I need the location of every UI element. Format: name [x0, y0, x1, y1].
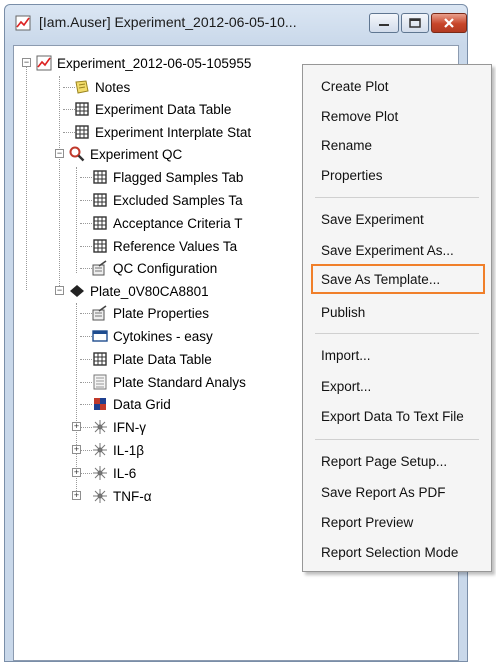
magnifier-icon — [69, 146, 85, 162]
tree-item-label: Data Grid — [113, 396, 171, 412]
tree-item-label: IL-1β — [113, 442, 145, 458]
tree-item-label: Experiment Data Table — [95, 101, 232, 117]
table-icon — [75, 102, 89, 116]
menu-item-export[interactable]: Export... — [321, 379, 371, 394]
menu-item-report-preview[interactable]: Report Preview — [321, 515, 413, 530]
tree-item-label: Reference Values Ta — [113, 238, 238, 254]
configuration-icon — [92, 260, 107, 276]
menu-item-report-page-setup[interactable]: Report Page Setup... — [321, 454, 447, 469]
menu-item-save-as-template[interactable]: Save As Template... — [321, 272, 440, 287]
table-icon — [93, 239, 107, 253]
tree-item-label: Notes — [95, 79, 131, 95]
menu-item-properties[interactable]: Properties — [321, 168, 383, 183]
tree-item-cytokines[interactable]: Cytokines - easy — [92, 325, 213, 347]
tree-item-label: Plate Data Table — [113, 351, 212, 367]
menu-item-import[interactable]: Import... — [321, 348, 371, 363]
tree-item-reference-values[interactable]: Reference Values Ta — [92, 235, 237, 257]
tree-item-label: Plate Standard Analys — [113, 374, 246, 390]
tree-item-acceptance-criteria[interactable]: Acceptance Criteria T — [92, 212, 243, 234]
tree-item-label: Plate_0V80CA8801 — [90, 283, 209, 299]
context-menu: Create Plot Remove Plot Rename Propertie… — [302, 64, 492, 572]
menu-item-rename[interactable]: Rename — [321, 138, 372, 153]
tree-item-il-1-beta[interactable]: IL-1β — [92, 439, 144, 461]
maximize-button[interactable] — [401, 13, 429, 33]
notes-icon — [75, 80, 89, 94]
plate-icon — [70, 285, 84, 297]
table-icon — [93, 170, 107, 184]
analysis-icon — [93, 374, 107, 390]
tree-item-label: Experiment QC — [90, 146, 183, 162]
menu-item-save-experiment[interactable]: Save Experiment — [321, 212, 424, 227]
table-icon — [93, 193, 107, 207]
close-button[interactable] — [431, 13, 467, 33]
tree-item-qc-configuration[interactable]: QC Configuration — [92, 257, 217, 279]
tree-item-tnf-alpha[interactable]: TNF-α — [92, 485, 152, 507]
experiment-icon — [15, 15, 31, 31]
menu-separator — [315, 333, 479, 334]
menu-item-save-experiment-as[interactable]: Save Experiment As... — [321, 243, 454, 258]
tree-collapse-toggle[interactable]: − — [22, 58, 31, 67]
tree-expand-toggle[interactable]: + — [72, 491, 81, 500]
minimize-icon — [379, 24, 389, 26]
menu-item-remove-plot[interactable]: Remove Plot — [321, 109, 398, 124]
analyte-icon — [93, 420, 107, 434]
menu-separator — [315, 197, 479, 198]
tree-item-label: Experiment_2012-06-05-105955 — [57, 55, 252, 71]
tree-item-plate-properties[interactable]: Plate Properties — [92, 302, 209, 324]
tree-item-experiment-qc[interactable]: Experiment QC — [69, 143, 182, 165]
tree-item-label: IL-6 — [113, 465, 137, 481]
layout-icon — [92, 330, 108, 342]
tree-item-label: TNF-α — [113, 488, 152, 504]
tree-item-data-grid[interactable]: Data Grid — [92, 393, 171, 415]
tree-item-label: Cytokines - easy — [113, 328, 213, 344]
experiment-icon — [36, 55, 52, 71]
tree-item-interplate-stat[interactable]: Experiment Interplate Stat — [74, 121, 251, 143]
tree-expand-toggle[interactable]: + — [72, 468, 81, 477]
maximize-icon — [409, 18, 421, 28]
tree-item-plate-data-table[interactable]: Plate Data Table — [92, 348, 212, 370]
title-bar[interactable]: [Iam.Auser] Experiment_2012-06-05-10... — [5, 5, 467, 41]
table-icon — [75, 125, 89, 139]
menu-item-create-plot[interactable]: Create Plot — [321, 79, 389, 94]
menu-item-save-report-as-pdf[interactable]: Save Report As PDF — [321, 485, 446, 500]
table-icon — [93, 352, 107, 366]
tree-root-experiment[interactable]: Experiment_2012-06-05-105955 — [36, 52, 251, 74]
tree-item-il-6[interactable]: IL-6 — [92, 462, 136, 484]
menu-item-publish[interactable]: Publish — [321, 305, 365, 320]
minimize-button[interactable] — [369, 13, 399, 33]
tree-item-ifn-gamma[interactable]: IFN-γ — [92, 416, 146, 438]
configuration-icon — [92, 305, 107, 321]
menu-item-export-data-to-text-file[interactable]: Export Data To Text File — [321, 409, 464, 424]
analyte-icon — [93, 466, 107, 480]
tree-expand-toggle[interactable]: + — [72, 422, 81, 431]
tree-item-label: Excluded Samples Ta — [113, 192, 243, 208]
tree-item-label: Plate Properties — [113, 305, 210, 321]
analyte-icon — [93, 489, 107, 503]
analyte-icon — [93, 443, 107, 457]
tree-item-plate-standard-analysis[interactable]: Plate Standard Analys — [92, 371, 246, 393]
tree-item-plate[interactable]: Plate_0V80CA8801 — [69, 280, 209, 302]
tree-item-flagged-samples[interactable]: Flagged Samples Tab — [92, 166, 243, 188]
tree-item-experiment-data-table[interactable]: Experiment Data Table — [74, 98, 231, 120]
tree-collapse-toggle[interactable]: − — [55, 286, 64, 295]
close-icon — [444, 18, 454, 28]
tree-item-label: Experiment Interplate Stat — [95, 124, 252, 140]
window-title: [Iam.Auser] Experiment_2012-06-05-10... — [39, 14, 297, 30]
tree-item-notes[interactable]: Notes — [74, 76, 130, 98]
tree-item-label: QC Configuration — [113, 260, 218, 276]
tree-item-label: IFN-γ — [113, 419, 146, 435]
tree-item-label: Acceptance Criteria T — [113, 215, 243, 231]
tree-item-label: Flagged Samples Tab — [113, 169, 244, 185]
tree-collapse-toggle[interactable]: − — [55, 149, 64, 158]
table-icon — [93, 216, 107, 230]
tree-item-excluded-samples[interactable]: Excluded Samples Ta — [92, 189, 243, 211]
grid-icon — [94, 398, 106, 410]
menu-separator — [315, 439, 479, 440]
tree-expand-toggle[interactable]: + — [72, 445, 81, 454]
menu-item-report-selection-mode[interactable]: Report Selection Mode — [321, 545, 458, 560]
